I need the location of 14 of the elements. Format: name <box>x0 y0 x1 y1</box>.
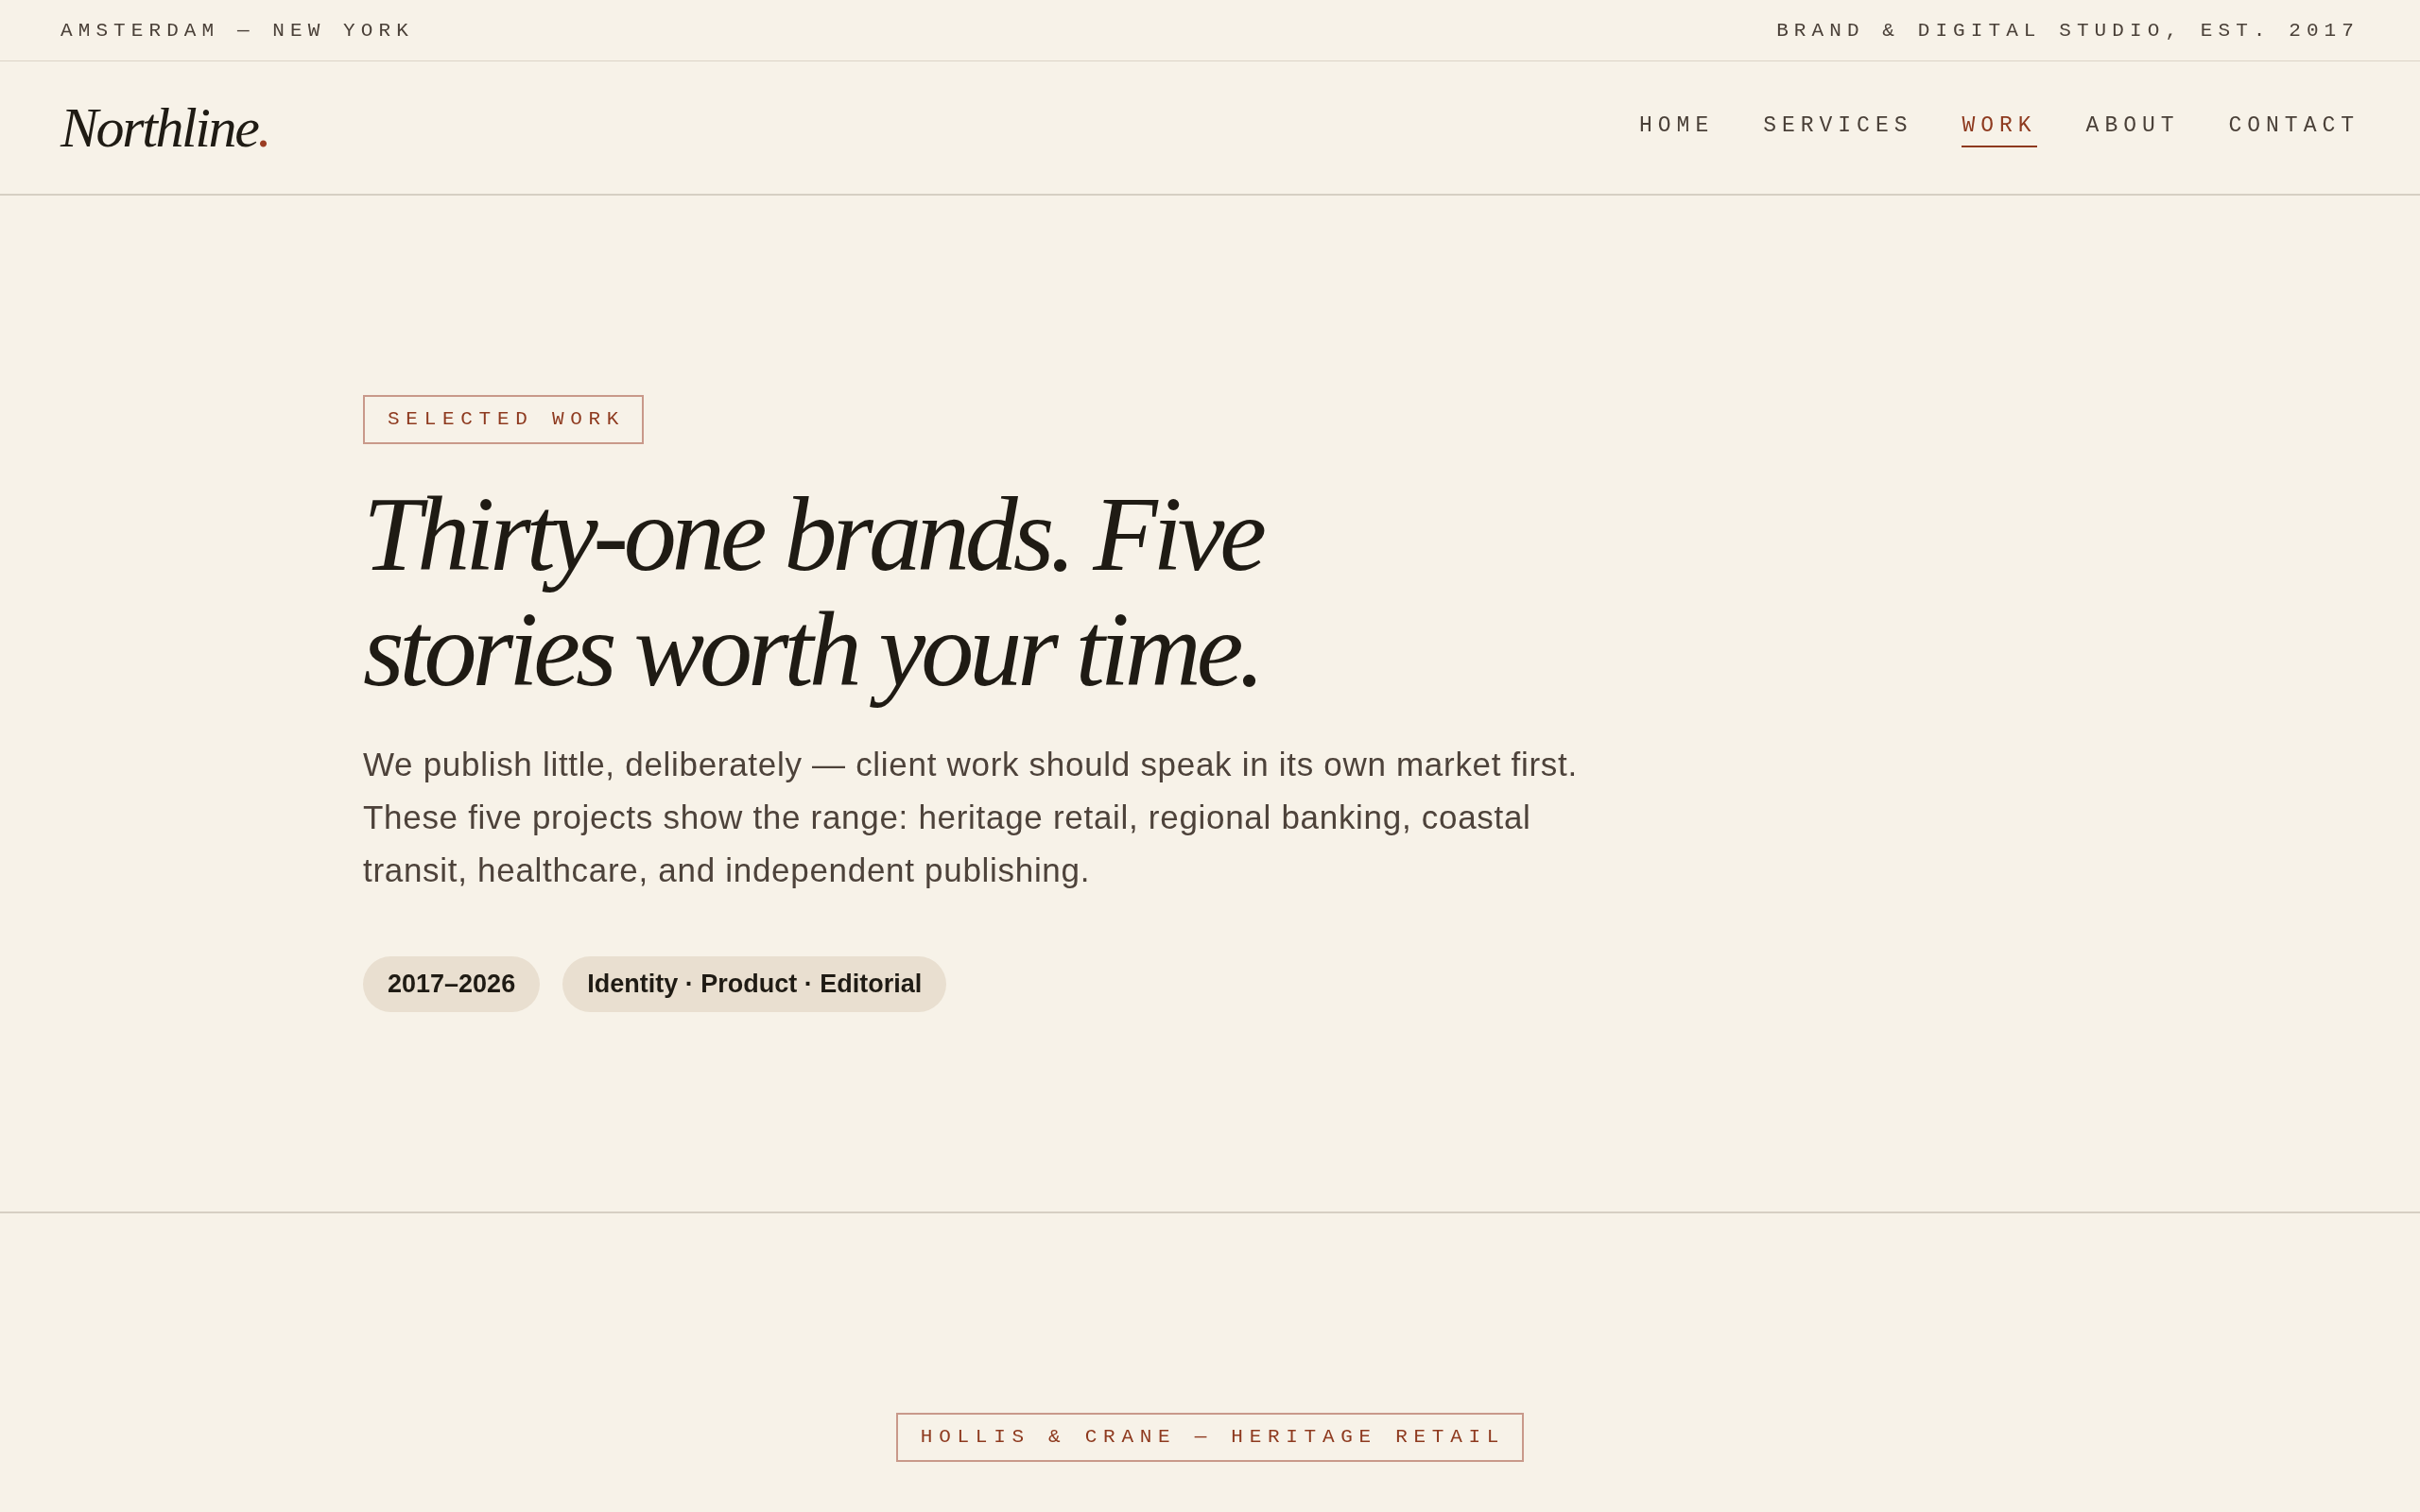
nav-link[interactable]: HOME <box>1639 108 1715 147</box>
section-label: SELECTED WORK <box>363 395 645 444</box>
meta-tag: 2017–2026 <box>363 956 541 1012</box>
nav-link[interactable]: ABOUT <box>2085 108 2180 147</box>
intro-paragraph: We publish little, deliberately — client work should speak in its own market first. These five projects show the range: heritage retail, regional banking, coastal transit, healthcare, and independent publishing. <box>363 745 1579 890</box>
hero-heading: Thirty-one brands. Five stories worth your time. <box>363 476 1264 707</box>
nav-link[interactable]: WORK <box>1962 108 2037 147</box>
nav-link[interactable]: SERVICES <box>1763 108 1913 147</box>
case-study-label: HOLLIS & CRANE — HERITAGE RETAIL <box>895 1413 1525 1462</box>
logo[interactable]: Northline. <box>60 99 270 156</box>
meta-tag: Identity · Product · Editorial <box>562 956 947 1012</box>
location-text: AMSTERDAM — NEW YORK <box>60 19 414 42</box>
studio-tagline: BRAND & DIGITAL STUDIO, EST. 2017 <box>1776 19 2360 42</box>
nav-link[interactable]: CONTACT <box>2228 108 2360 147</box>
